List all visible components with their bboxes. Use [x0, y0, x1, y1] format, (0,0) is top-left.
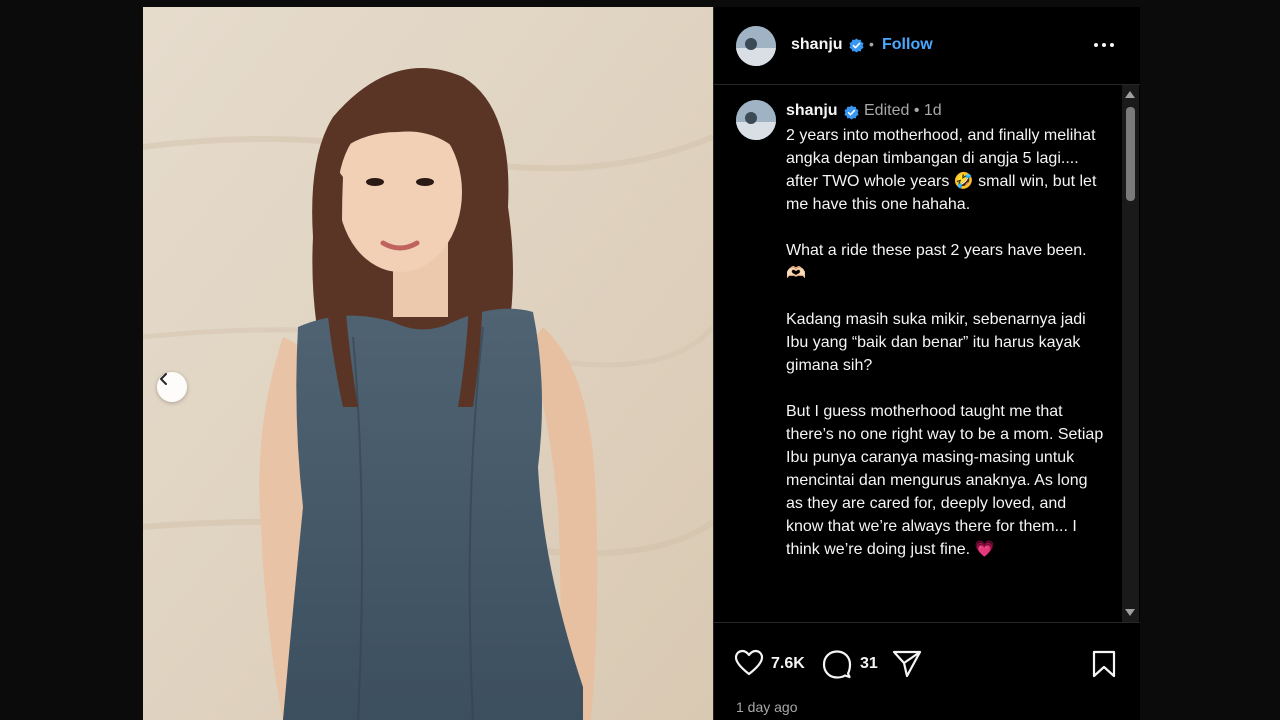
post-header: shanju • Follow	[714, 7, 1140, 85]
post-modal: shanju • Follow shanju Edited • 1d 2 yea…	[143, 7, 1140, 720]
post-actions: 7.6K 31 1 day ago	[714, 623, 1140, 720]
caption-text: 2 years into motherhood, and finally mel…	[786, 127, 1104, 558]
verified-badge-icon	[844, 105, 859, 120]
follow-button[interactable]: Follow	[882, 36, 933, 54]
comments-scrollbar[interactable]	[1122, 85, 1139, 622]
comments-section: shanju Edited • 1d 2 years into motherho…	[714, 85, 1140, 623]
post-side-panel: shanju • Follow shanju Edited • 1d 2 yea…	[713, 7, 1140, 720]
post-timestamp[interactable]: 1 day ago	[736, 699, 798, 715]
comment-icon[interactable]	[822, 649, 852, 679]
caption-username[interactable]: shanju	[786, 102, 838, 120]
scroll-down-arrow[interactable]	[1125, 609, 1135, 616]
bookmark-icon[interactable]	[1092, 650, 1116, 678]
post-photo	[143, 7, 713, 720]
chevron-left-icon	[160, 373, 167, 385]
more-options-icon[interactable]	[1092, 35, 1116, 55]
author-username[interactable]: shanju	[791, 36, 843, 54]
scroll-up-arrow[interactable]	[1125, 91, 1135, 98]
avatar[interactable]	[736, 100, 776, 140]
share-icon[interactable]	[892, 650, 922, 678]
heart-icon[interactable]	[734, 649, 764, 677]
separator-dot: •	[869, 36, 874, 52]
post-media	[143, 7, 713, 720]
comment-count[interactable]: 31	[860, 655, 878, 673]
caption-meta: Edited • 1d	[864, 102, 942, 119]
scrollbar-thumb[interactable]	[1126, 107, 1135, 201]
avatar[interactable]	[736, 26, 776, 66]
like-count[interactable]: 7.6K	[771, 655, 805, 673]
previous-photo-button[interactable]	[157, 372, 187, 402]
verified-badge-icon	[849, 38, 864, 53]
